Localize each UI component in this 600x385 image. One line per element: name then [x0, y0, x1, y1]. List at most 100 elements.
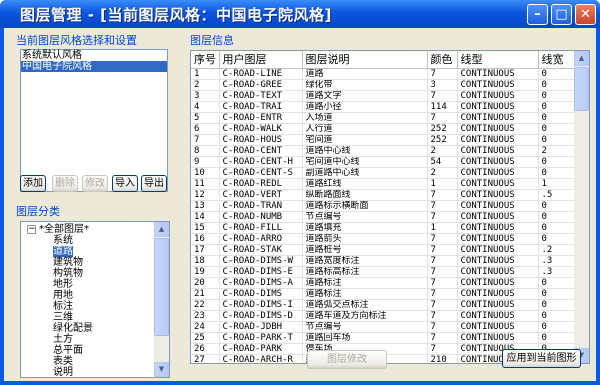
table-row[interactable]: 21 C-ROAD-DIMS 道路标注 7 CONTINUOUS 0 [191, 288, 575, 300]
maximize-button[interactable]: □ [551, 4, 572, 25]
table-cell: 26 [191, 343, 220, 355]
table-cell: 道路标注 [302, 277, 428, 289]
tree-scrollbar[interactable]: ▲ ▼ [154, 222, 169, 377]
table-cell: C-ROAD-JDBH [219, 321, 303, 333]
column-header[interactable]: 用户图层 [219, 51, 303, 69]
scroll-thumb[interactable] [574, 67, 589, 111]
add-button[interactable]: 添加 [20, 175, 46, 192]
column-header[interactable]: 线型 [457, 51, 539, 69]
column-header[interactable]: 图层说明 [302, 51, 428, 69]
tree-item-selected[interactable]: 道路 [53, 246, 73, 257]
tree-item[interactable]: 表类 [53, 356, 73, 367]
table-cell: 6 [191, 123, 220, 135]
table-cell: CONTINUOUS [457, 299, 539, 311]
title-bar[interactable]: 图层管理 - [当前图层风格：中国电子院风格] – □ ✕ [0, 0, 600, 28]
tree-root[interactable]: *全部图层* [39, 224, 89, 235]
table-row[interactable]: 15 C-ROAD-FILL 道路填充 1 CONTINUOUS 0 [191, 222, 575, 234]
tree-item[interactable]: 构筑物 [53, 268, 83, 279]
table-row[interactable]: 4 C-ROAD-TRAI 道路小径 114 CONTINUOUS 0 [191, 101, 575, 113]
close-button[interactable]: ✕ [575, 4, 596, 25]
table-row[interactable]: 25 C-ROAD-PARK-T 道路回车场 7 CONTINUOUS 0 [191, 332, 575, 344]
tree-collapse-icon[interactable]: − [27, 225, 36, 234]
table-row[interactable]: 24 C-ROAD-JDBH 节点编号 7 CONTINUOUS 0 [191, 321, 575, 333]
table-row[interactable]: 1 C-ROAD-LINE 道路 7 CONTINUOUS 0 [191, 68, 575, 80]
table-row[interactable]: 3 C-ROAD-TEXT 道路文字 7 CONTINUOUS 0 [191, 90, 575, 102]
column-header[interactable]: 线宽 [538, 51, 575, 69]
table-row[interactable]: 11 C-ROAD-REDL 道路红线 1 CONTINUOUS 1 [191, 178, 575, 190]
delete-button[interactable]: 删除 [52, 175, 78, 192]
apply-to-drawing-button[interactable]: 应用到当前图形 [502, 349, 581, 368]
table-row[interactable]: 22 C-ROAD-DIMS-I 道路弧交点标注 7 CONTINUOUS 0 [191, 299, 575, 311]
tree-item-label: 标注 [53, 301, 73, 312]
tree-item[interactable]: 绿化配景 [53, 323, 93, 334]
table-cell: 114 [427, 101, 458, 113]
table-row[interactable]: 10 C-ROAD-CENT-S 副道路中心线 2 CONTINUOUS 0 [191, 167, 575, 179]
tree-item[interactable]: 说明 [53, 367, 73, 377]
tree-item-label: 总平面 [53, 345, 83, 356]
layer-modify-button[interactable]: 图层修改 [307, 350, 387, 369]
tree-item[interactable]: 地形 [53, 279, 73, 290]
scroll-up-icon[interactable]: ▲ [574, 51, 589, 66]
table-cell: 入场道 [302, 112, 428, 124]
import-button[interactable]: 导入 [112, 175, 138, 192]
table-row[interactable]: 8 C-ROAD-CENT 道路中心线 2 CONTINUOUS 2 [191, 145, 575, 157]
table-cell: 道路红线 [302, 178, 428, 190]
modify-button[interactable]: 修改 [82, 175, 108, 192]
table-cell: 7 [427, 277, 458, 289]
table-row[interactable]: 5 C-ROAD-ENTR 入场道 7 CONTINUOUS 0 [191, 112, 575, 124]
scroll-down-icon[interactable]: ▼ [154, 362, 169, 377]
table-row[interactable]: 19 C-ROAD-DIMS-E 道路标高标注 7 CONTINUOUS .3 [191, 266, 575, 278]
table-row[interactable]: 17 C-ROAD-STAK 道路桩号 7 CONTINUOUS .2 [191, 244, 575, 256]
table-cell: C-ROAD-STAK [219, 244, 303, 256]
table-row[interactable]: 9 C-ROAD-CENT-H 宅间道中心线 54 CONTINUOUS 0 [191, 156, 575, 168]
layer-table[interactable]: 序号 用户图层 图层说明 颜色 线型 线宽 1 C-ROAD-LINE 道路 7 CON… [190, 50, 590, 364]
scroll-thumb[interactable] [154, 238, 169, 336]
table-cell: 8 [191, 145, 220, 157]
table-row[interactable]: 2 C-ROAD-GREE 绿化带 3 CONTINUOUS 0 [191, 79, 575, 91]
table-cell: 7 [191, 134, 220, 146]
table-row[interactable]: 14 C-ROAD-NUMB 节点编号 7 CONTINUOUS 0 [191, 211, 575, 223]
table-cell: 0 [538, 123, 575, 135]
table-cell: CONTINUOUS [457, 90, 539, 102]
scroll-up-icon[interactable]: ▲ [154, 222, 169, 237]
table-row[interactable]: 18 C-ROAD-DIMS-W 道路宽度标注 7 CONTINUOUS .3 [191, 255, 575, 267]
style-list[interactable]: 系统默认风格 中国电子院风格 [20, 49, 168, 192]
tree-item[interactable]: 标注 [53, 301, 73, 312]
table-cell: 0 [538, 222, 575, 234]
column-header[interactable]: 序号 [191, 51, 220, 69]
tree-item[interactable]: 三维 [53, 312, 73, 323]
tree-item-label: 表类 [53, 356, 73, 367]
table-cell: 210 [427, 354, 458, 363]
category-tree[interactable]: − *全部图层* 系统 道路 建筑物 构筑物 地形 用地 标注 三维 绿化配景 … [20, 221, 170, 378]
table-row[interactable]: 13 C-ROAD-TRAN 道路标示横断面 7 CONTINUOUS 0 [191, 200, 575, 212]
tree-item-label: 道路 [53, 246, 73, 257]
table-row[interactable]: 12 C-ROAD-VERT 纵断路面线 7 CONTINUOUS .5 [191, 189, 575, 201]
table-row[interactable]: 20 C-ROAD-DIMS-A 道路标注 7 CONTINUOUS 0 [191, 277, 575, 289]
minimize-button[interactable]: – [527, 4, 548, 25]
tree-item[interactable]: 土方 [53, 334, 73, 345]
table-row[interactable]: 7 C-ROAD-HOUS 宅间道 252 CONTINUOUS 0 [191, 134, 575, 146]
tree-item[interactable]: 系统 [53, 235, 73, 246]
table-cell: 4 [191, 101, 220, 113]
table-row[interactable]: 23 C-ROAD-DIMS-D 道路车道及方向标注 7 CONTINUOUS 0 [191, 310, 575, 322]
table-cell: 7 [427, 332, 458, 344]
table-cell: 16 [191, 233, 220, 245]
tree-item[interactable]: 总平面 [53, 345, 83, 356]
tree-item[interactable]: 用地 [53, 290, 73, 301]
table-row[interactable]: 6 C-ROAD-WALK 人行道 252 CONTINUOUS 0 [191, 123, 575, 135]
table-cell: CONTINUOUS [457, 123, 539, 135]
table-row[interactable]: 16 C-ROAD-ARRO 道路箭头 7 CONTINUOUS 0 [191, 233, 575, 245]
table-cell: CONTINUOUS [457, 189, 539, 201]
table-cell: 0 [538, 233, 575, 245]
export-button[interactable]: 导出 [141, 175, 167, 192]
table-cell: 宅间道中心线 [302, 156, 428, 168]
style-item-default[interactable]: 系统默认风格 [21, 50, 167, 61]
table-cell: 21 [191, 288, 220, 300]
tree-item-label: 构筑物 [53, 268, 83, 279]
table-cell: 0 [538, 310, 575, 322]
table-scrollbar[interactable]: ▲ ▼ [574, 51, 589, 363]
table-cell: CONTINUOUS [457, 277, 539, 289]
column-header[interactable]: 颜色 [427, 51, 458, 69]
tree-item[interactable]: 建筑物 [53, 257, 83, 268]
style-item-selected[interactable]: 中国电子院风格 [21, 61, 167, 72]
